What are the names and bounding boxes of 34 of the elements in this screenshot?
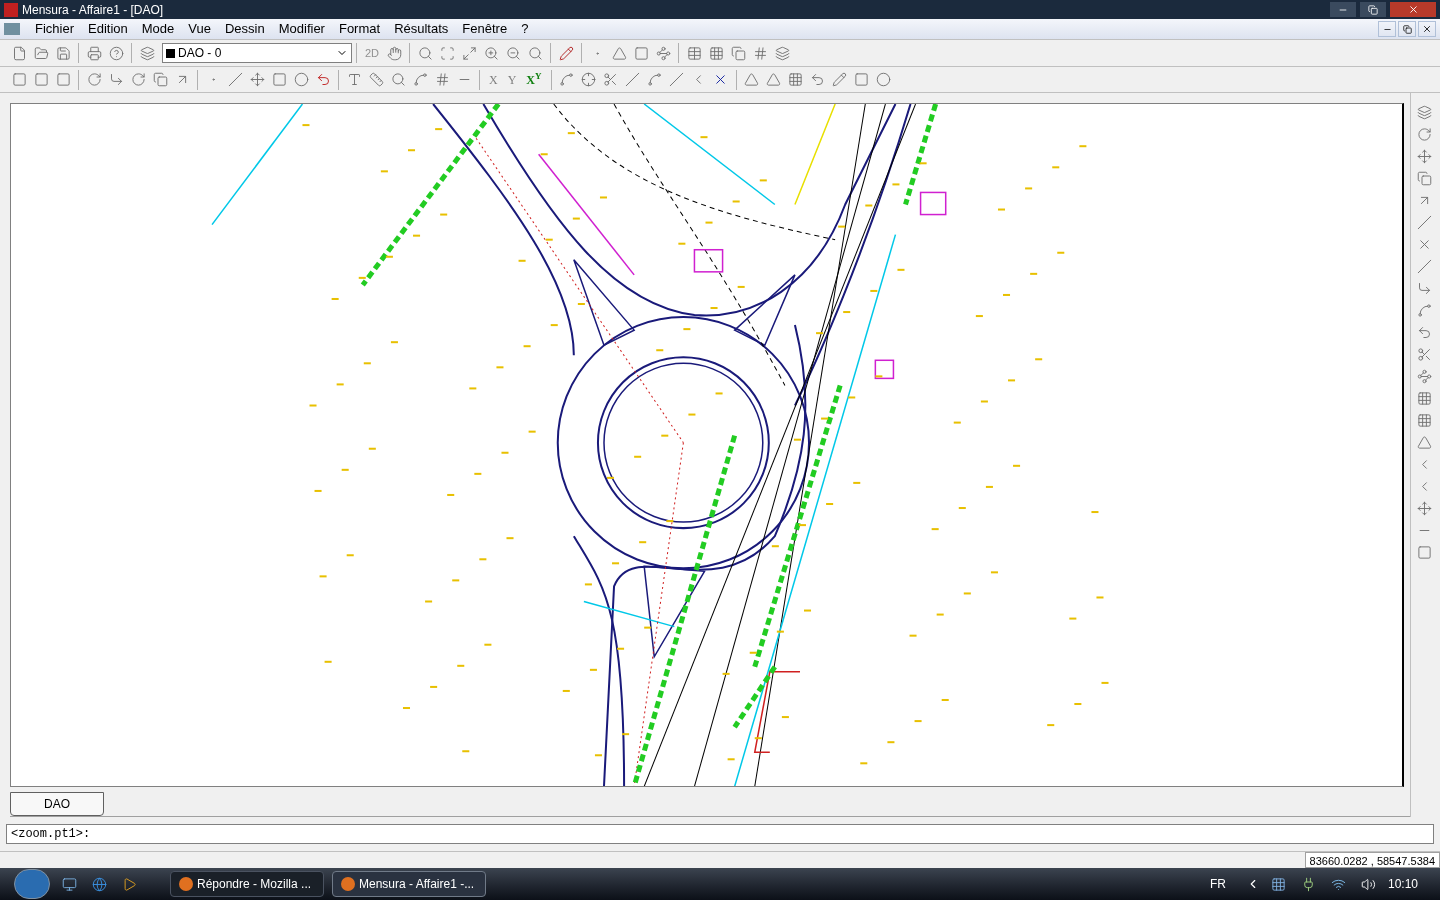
restore-icon [1368, 4, 1378, 15]
coordinates-readout: 83660.0282 , 58547.5384 [1304, 852, 1440, 868]
document-icon [4, 23, 20, 35]
close-icon [1422, 24, 1432, 34]
clock: 10:10 [1387, 876, 1418, 893]
axis-button[interactable]: Y [502, 70, 522, 89]
menu-item[interactable]: Edition [81, 19, 135, 39]
menu-item[interactable]: Modifier [271, 19, 332, 39]
menu-item[interactable]: Résultats [387, 19, 456, 39]
menu-item[interactable]: ? [514, 19, 536, 39]
menu-item[interactable]: Format [331, 19, 388, 39]
sheet-tab[interactable]: DAO [10, 792, 104, 816]
axis-button[interactable]: X [484, 70, 503, 89]
minimize-button[interactable] [1378, 21, 1396, 37]
language-indicator: FR [1209, 876, 1226, 893]
taskbar-button[interactable]: Mensura - Affaire1 -... [332, 871, 486, 897]
restore-icon [1402, 24, 1412, 34]
close-icon [1407, 4, 1419, 15]
start-button[interactable] [14, 869, 50, 899]
menu-item[interactable]: Fichier [28, 19, 81, 39]
app-logo-icon [4, 2, 18, 17]
command-input[interactable]: <zoom.pt1>: [6, 824, 1434, 844]
restore-button[interactable] [1398, 21, 1416, 37]
window-title: Mensura - Affaire1 - [DAO] [22, 1, 164, 19]
menu-item[interactable]: Mode [134, 19, 182, 39]
menu-item[interactable]: Fenêtre [455, 19, 515, 39]
restore-button[interactable] [1360, 2, 1386, 17]
close-button[interactable] [1418, 21, 1436, 37]
menu-item[interactable]: Vue [181, 19, 218, 39]
axis-button[interactable]: X$^{Y}$ [521, 70, 547, 89]
menu-item[interactable]: Dessin [217, 19, 272, 39]
taskbar-button[interactable]: Répondre - Mozilla ... [170, 871, 324, 897]
layer-select[interactable]: DAO - 0 [162, 43, 352, 63]
minimize-button[interactable] [1330, 2, 1356, 17]
